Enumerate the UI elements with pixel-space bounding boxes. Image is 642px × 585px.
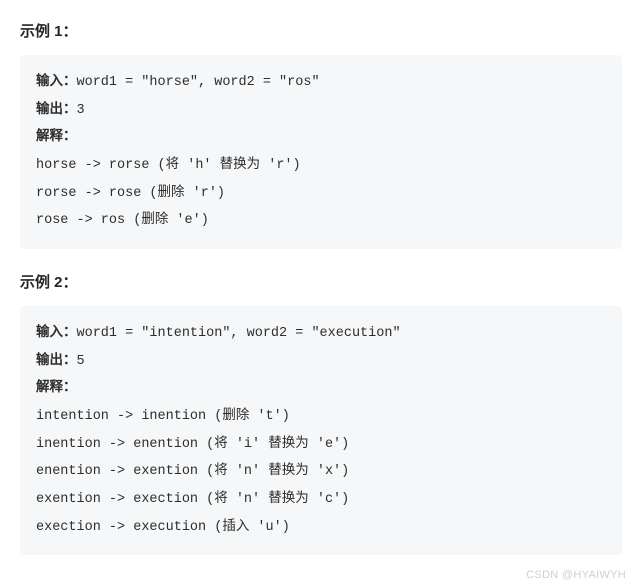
explain-line: enention -> exention (将 'n' 替换为 'x') (36, 464, 349, 479)
explain-line: rose -> ros (删除 'e') (36, 213, 209, 228)
output-value: 3 (77, 103, 85, 118)
example-2-block: 输入：word1 = "intention", word2 = "executi… (20, 306, 622, 555)
output-label: 输出： (36, 354, 77, 369)
input-label: 输入： (36, 75, 77, 90)
watermark: CSDN @HYAIWYH (526, 569, 626, 581)
example-1-block: 输入：word1 = "horse", word2 = "ros" 输出：3 解… (20, 55, 622, 249)
explain-line: exection -> execution (插入 'u') (36, 520, 290, 535)
explain-line: inention -> enention (将 'i' 替换为 'e') (36, 437, 349, 452)
example-2-title: 示例 2： (20, 271, 622, 292)
explain-line: horse -> rorse (将 'h' 替换为 'r') (36, 158, 301, 173)
input-value: word1 = "horse", word2 = "ros" (77, 75, 320, 90)
explain-line: exention -> exection (将 'n' 替换为 'c') (36, 492, 349, 507)
input-label: 输入： (36, 326, 77, 341)
output-label: 输出： (36, 103, 77, 118)
input-value: word1 = "intention", word2 = "execution" (77, 326, 401, 341)
output-value: 5 (77, 354, 85, 369)
explain-line: rorse -> rose (删除 'r') (36, 186, 225, 201)
example-1-title: 示例 1： (20, 20, 622, 41)
explain-label: 解释： (36, 130, 77, 145)
explain-label: 解释： (36, 381, 77, 396)
explain-line: intention -> inention (删除 't') (36, 409, 290, 424)
